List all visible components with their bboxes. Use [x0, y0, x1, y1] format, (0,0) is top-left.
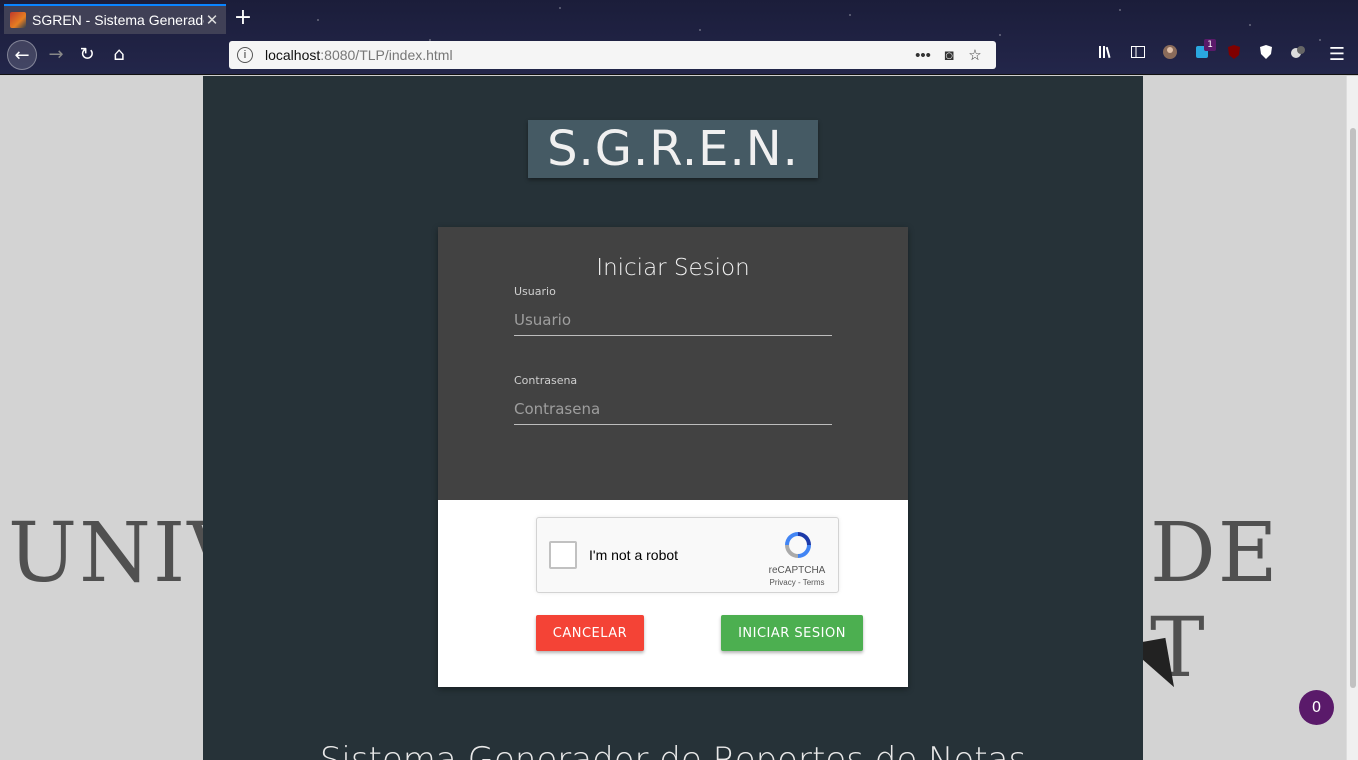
login-form: Iniciar Sesion Usuario Contrasena: [438, 227, 908, 500]
username-field: Usuario: [514, 285, 832, 336]
back-button[interactable]: ←: [7, 40, 37, 70]
recaptcha-label: I'm not a robot: [589, 547, 679, 563]
login-card: Iniciar Sesion Usuario Contrasena I'm no…: [438, 227, 908, 687]
main-panel: S.G.R.E.N. Iniciar Sesion Usuario Contra…: [203, 76, 1143, 760]
ublock-icon[interactable]: [1222, 43, 1246, 67]
url-bar[interactable]: i localhost :8080/TLP/index.html ••• ◙ ☆: [229, 41, 996, 69]
background-text-right: DE T: [1150, 506, 1280, 696]
login-button[interactable]: INICIAR SESION: [721, 615, 863, 651]
new-tab-button[interactable]: +: [232, 6, 254, 30]
password-label: Contrasena: [514, 374, 578, 387]
extension-badge-count: 1: [1204, 39, 1216, 51]
library-icon[interactable]: [1094, 43, 1118, 67]
sidebar-icon[interactable]: [1126, 43, 1150, 67]
login-title: Iniciar Sesion: [596, 255, 750, 281]
password-field: Contrasena: [514, 374, 832, 425]
login-actions: I'm not a robot reCAPTCHA Privacy - Term…: [438, 500, 908, 687]
url-path: :8080/TLP/index.html: [320, 47, 453, 63]
home-button[interactable]: ⌂: [104, 40, 134, 70]
chat-badge-button[interactable]: 0: [1299, 690, 1334, 725]
browser-chrome: SGREN - Sistema Generador ✕ + ← → ↻ ⌂ i …: [0, 0, 1358, 75]
username-input[interactable]: [514, 310, 832, 336]
favicon-icon: [10, 12, 26, 28]
profile-icon[interactable]: [1158, 43, 1182, 67]
reload-button[interactable]: ↻: [72, 40, 102, 70]
shield-icon[interactable]: [1254, 43, 1278, 67]
recaptcha-widget: I'm not a robot reCAPTCHA Privacy - Term…: [536, 517, 839, 593]
extension-icon[interactable]: [1286, 43, 1310, 67]
pocket-icon[interactable]: ◙: [936, 47, 962, 64]
browser-tab[interactable]: SGREN - Sistema Generador ✕: [4, 4, 226, 34]
page-viewport: UNIV DE T S.G.R.E.N. Iniciar Sesion Usua…: [0, 76, 1346, 760]
footer-title: Sistema Generador de Reportes de Notas: [319, 740, 1027, 760]
toolbar-icons: 1: [1094, 39, 1310, 67]
site-info-icon[interactable]: i: [237, 47, 253, 63]
page-actions-icon[interactable]: •••: [910, 47, 936, 64]
tab-title: SGREN - Sistema Generador: [32, 12, 204, 28]
scrollbar-thumb[interactable]: [1350, 128, 1356, 688]
cancel-button[interactable]: CANCELAR: [536, 615, 644, 651]
recaptcha-brand: reCAPTCHA: [768, 565, 826, 576]
recaptcha-links[interactable]: Privacy - Terms: [761, 578, 833, 587]
page-scrollbar[interactable]: [1346, 76, 1358, 760]
app-logo: S.G.R.E.N.: [528, 120, 818, 178]
username-label: Usuario: [514, 285, 556, 298]
url-host: localhost: [265, 47, 321, 63]
close-tab-icon[interactable]: ✕: [204, 11, 220, 29]
bookmark-star-icon[interactable]: ☆: [962, 46, 988, 64]
password-input[interactable]: [514, 399, 832, 425]
extension-badge-icon[interactable]: 1: [1190, 39, 1216, 67]
recaptcha-logo-icon: [785, 532, 811, 558]
recaptcha-checkbox[interactable]: [549, 541, 577, 569]
hamburger-menu-icon[interactable]: ☰: [1325, 43, 1349, 67]
forward-button[interactable]: →: [41, 40, 71, 70]
